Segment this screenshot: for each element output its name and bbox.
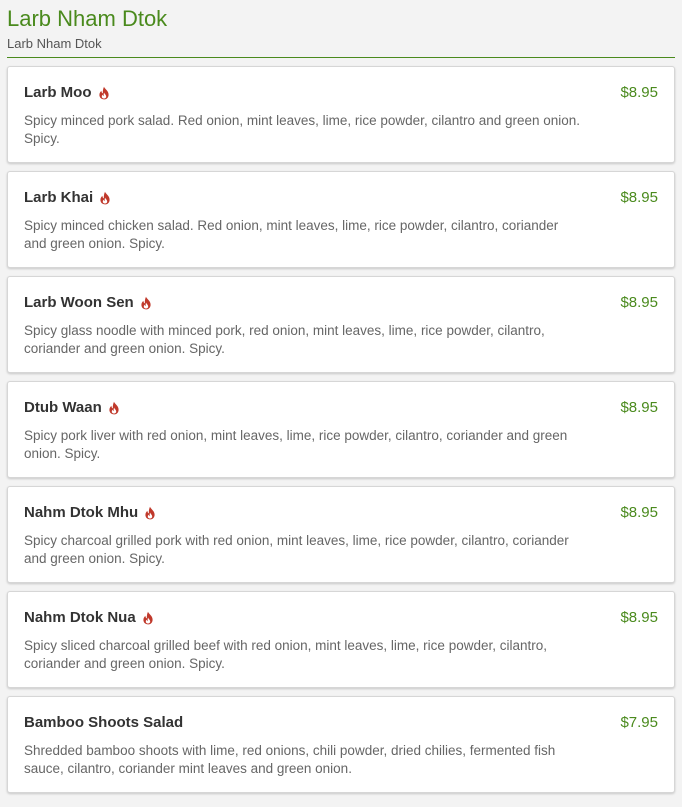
item-description: Spicy glass noodle with minced pork, red… xyxy=(24,323,545,356)
spicy-flame-icon xyxy=(140,296,152,310)
item-price: $8.95 xyxy=(620,294,658,311)
item-name-row: Dtub Waan xyxy=(24,399,120,416)
item-name: Dtub Waan xyxy=(24,399,102,416)
spicy-flame-icon xyxy=(142,611,154,625)
menu-item-card[interactable]: Nahm Dtok Nua $8.95 Spicy sliced charcoa… xyxy=(7,591,675,688)
menu-item-card[interactable]: Larb Woon Sen $8.95 Spicy glass noodle w… xyxy=(7,276,675,373)
item-description: Spicy pork liver with red onion, mint le… xyxy=(24,428,568,461)
menu-item-card[interactable]: Nahm Dtok Mhu $8.95 Spicy charcoal grill… xyxy=(7,486,675,583)
item-price: $8.95 xyxy=(620,84,658,101)
item-price: $7.95 xyxy=(620,714,658,731)
item-price: $8.95 xyxy=(620,399,658,416)
item-name-row: Larb Moo xyxy=(24,84,110,101)
item-name-row: Larb Woon Sen xyxy=(24,294,152,311)
spicy-flame-icon xyxy=(98,86,110,100)
item-description: Spicy sliced charcoal grilled beef with … xyxy=(24,638,547,671)
spicy-flame-icon xyxy=(99,191,111,205)
item-price: $8.95 xyxy=(620,189,658,206)
item-name-row: Nahm Dtok Mhu xyxy=(24,504,156,521)
menu-item-card[interactable]: Dtub Waan $8.95 Spicy pork liver with re… xyxy=(7,381,675,478)
menu-item-card[interactable]: Bamboo Shoots Salad $7.95 Shredded bambo… xyxy=(7,696,675,793)
item-name: Larb Moo xyxy=(24,84,92,101)
item-description: Shredded bamboo shoots with lime, red on… xyxy=(24,743,556,776)
spicy-flame-icon xyxy=(108,401,120,415)
section-title: Larb Nham Dtok xyxy=(7,6,168,31)
item-description: Spicy charcoal grilled pork with red oni… xyxy=(24,533,569,566)
item-name: Nahm Dtok Mhu xyxy=(24,504,139,521)
item-name: Larb Woon Sen xyxy=(24,294,134,311)
item-price: $8.95 xyxy=(620,504,658,521)
menu-page: Larb Nham Dtok Larb Nham Dtok Larb Moo $… xyxy=(0,0,682,807)
menu-item-list: Larb Moo $8.95 Spicy minced pork salad. … xyxy=(7,66,676,793)
item-price: $8.95 xyxy=(620,609,658,626)
item-description: Spicy minced pork salad. Red onion, mint… xyxy=(24,113,581,146)
menu-item-card[interactable]: Larb Moo $8.95 Spicy minced pork salad. … xyxy=(7,66,675,163)
item-name: Nahm Dtok Nua xyxy=(24,609,136,626)
item-name-row: Larb Khai xyxy=(24,189,111,206)
spicy-flame-icon xyxy=(144,506,156,520)
section-divider xyxy=(7,57,675,58)
item-name-row: Bamboo Shoots Salad xyxy=(24,714,183,731)
item-name: Bamboo Shoots Salad xyxy=(24,714,184,731)
item-name: Larb Khai xyxy=(24,189,94,206)
section-subtitle: Larb Nham Dtok xyxy=(7,36,102,51)
item-description: Spicy minced chicken salad. Red onion, m… xyxy=(24,218,559,251)
item-name-row: Nahm Dtok Nua xyxy=(24,609,154,626)
menu-item-card[interactable]: Larb Khai $8.95 Spicy minced chicken sal… xyxy=(7,171,675,268)
